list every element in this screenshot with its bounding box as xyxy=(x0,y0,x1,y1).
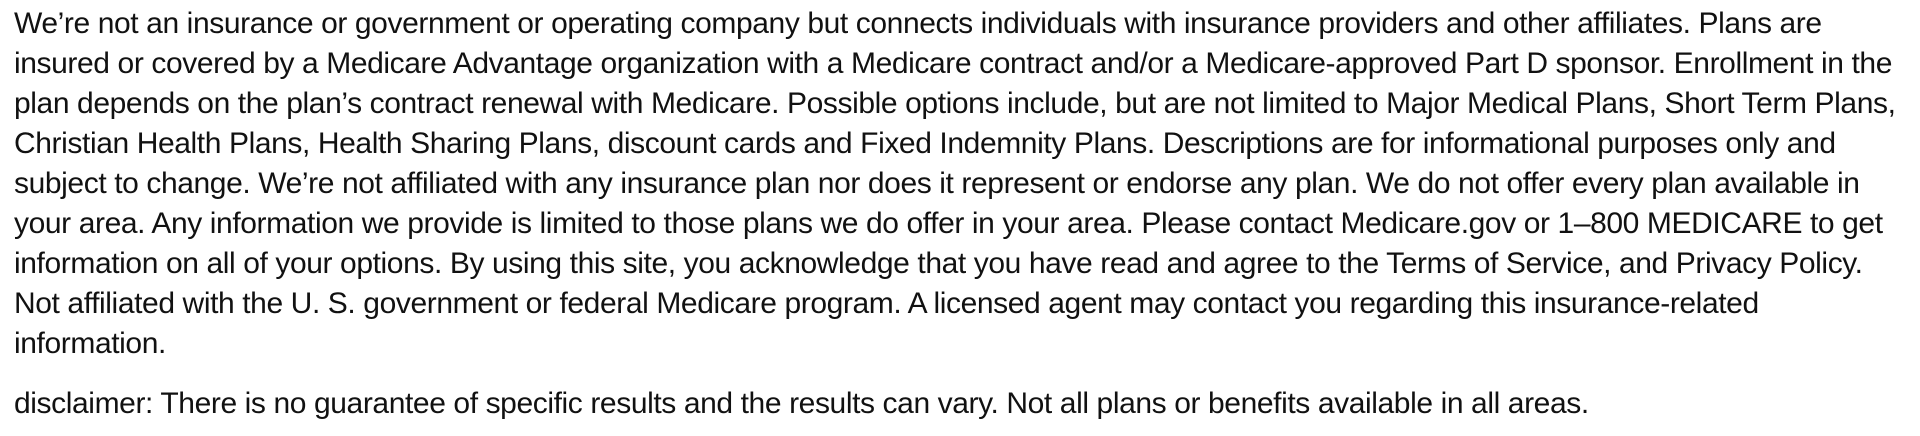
disclaimer-section: We’re not an insurance or government or … xyxy=(14,4,1910,424)
results-disclaimer: disclaimer: There is no guarantee of spe… xyxy=(14,387,1589,420)
legal-notice-paragraph: We’re not an insurance or government or … xyxy=(14,7,1896,360)
